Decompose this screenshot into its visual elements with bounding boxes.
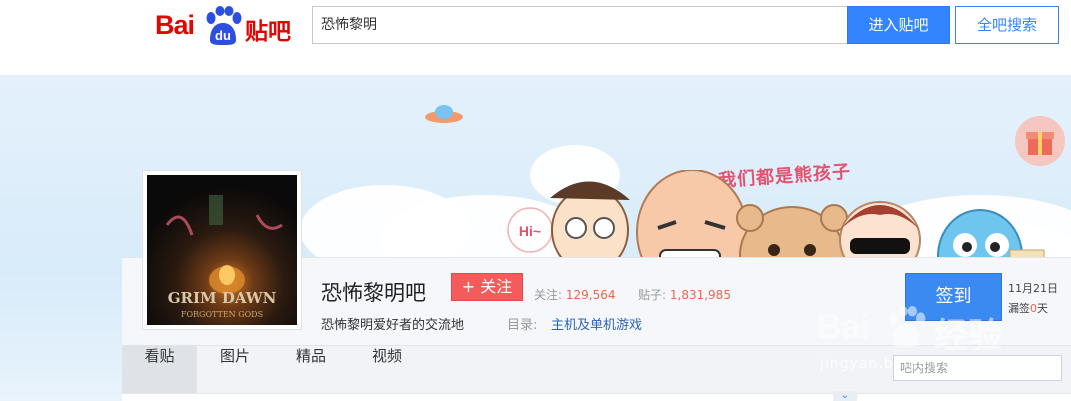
grim-dawn-art: GRIM DAWN FORGOTTEN GODS — [165, 195, 283, 319]
tab-images[interactable]: 图片 — [197, 345, 273, 393]
tab-posts[interactable]: 看贴 — [122, 345, 197, 393]
gift-icon[interactable] — [1014, 115, 1066, 167]
forum-slogan: 恐怖黎明爱好者的交流地 — [321, 318, 465, 333]
directory-label: 目录: — [507, 318, 538, 333]
watermark-brand: Bai — [817, 308, 870, 346]
content-area — [122, 393, 1071, 401]
watermark-url: jingyan.baidu.com — [820, 356, 967, 372]
logo-tieba-text: 贴吧 — [245, 19, 291, 45]
search-all-button[interactable]: 全吧搜索 — [955, 6, 1059, 44]
hi-bubble-text: Hi~ — [519, 223, 541, 239]
follow-count: 129,564 — [565, 288, 616, 302]
forum-name[interactable]: 恐怖黎明吧 — [321, 277, 426, 307]
posts-stat: 贴子: 1,831,985 — [638, 286, 731, 303]
tab-videos[interactable]: 视频 — [349, 345, 425, 393]
posts-label: 贴子: — [638, 288, 667, 302]
tab-featured[interactable]: 精品 — [273, 345, 349, 393]
forum-avatar-image: GRIM DAWN FORGOTTEN GODS — [147, 175, 297, 325]
avatar-title-text: GRIM DAWN — [168, 289, 277, 307]
search-input[interactable]: 恐怖黎明 — [312, 6, 848, 44]
top-header: Bai du 贴吧 恐怖黎明 进入贴吧 全吧搜索 — [0, 0, 1071, 75]
page-root: Bai du 贴吧 恐怖黎明 进入贴吧 全吧搜索 我们都是熊孩子 Hi~ GRI… — [0, 0, 1071, 401]
signin-date: 11月21日 — [1008, 282, 1058, 295]
logo-du-text: du — [215, 28, 231, 43]
logo-bai-text: Bai — [155, 10, 195, 40]
forum-avatar[interactable]: GRIM DAWN FORGOTTEN GODS — [142, 170, 302, 330]
enter-tieba-button[interactable]: 进入贴吧 — [847, 6, 950, 44]
follow-button[interactable]: + 关注 — [451, 273, 523, 301]
directory-link[interactable]: 主机及单机游戏 — [551, 314, 642, 333]
watermark-paw-icon — [888, 306, 926, 347]
avatar-subtitle-text: FORGOTTEN GODS — [181, 310, 263, 319]
follow-label: 关注: — [534, 288, 563, 302]
posts-count: 1,831,985 — [669, 288, 731, 302]
chevron-down-icon[interactable]: ⌄ — [833, 391, 857, 401]
baidu-tieba-logo[interactable]: Bai du 贴吧 — [155, 6, 295, 46]
baidu-paw-icon: du — [206, 6, 242, 45]
follow-stat: 关注: 129,564 — [534, 286, 616, 303]
watermark-suffix: 经验 — [934, 317, 1002, 355]
ufo-icon — [425, 105, 463, 123]
